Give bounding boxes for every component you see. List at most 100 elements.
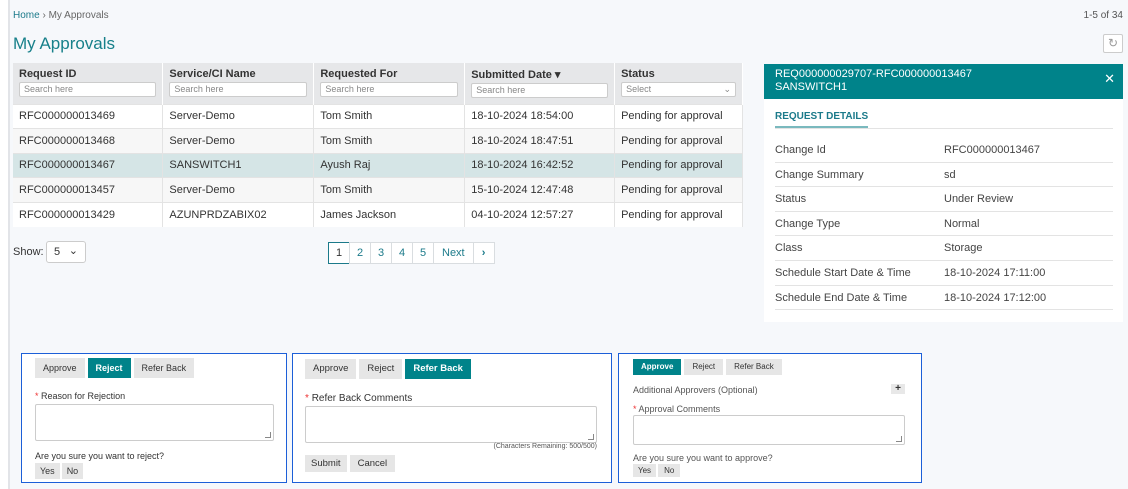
column-header[interactable]: Submitted Date ▾ Search here bbox=[464, 63, 616, 104]
tab-divider bbox=[775, 128, 1113, 129]
detail-row: Change Type Normal bbox=[775, 212, 1113, 237]
page-3-button[interactable]: 3 bbox=[370, 242, 392, 264]
column-header[interactable]: Service/CI Name Search here bbox=[162, 63, 315, 104]
column-label[interactable]: Request ID bbox=[19, 68, 76, 80]
status-filter-select[interactable]: Select ⌄ bbox=[621, 82, 736, 97]
chevron-down-icon: ⌄ bbox=[723, 84, 731, 94]
column-search-input[interactable]: Search here bbox=[471, 83, 609, 98]
close-icon[interactable]: ✕ bbox=[1104, 72, 1115, 85]
request-detail-panel: REQ000000029707-RFC000000013467 SANSWITC… bbox=[764, 64, 1123, 322]
reject-button[interactable]: Reject bbox=[87, 358, 131, 378]
detail-label: Change Summary bbox=[775, 168, 864, 181]
column-label[interactable]: Submitted Date ▾ bbox=[471, 69, 560, 81]
next-button[interactable]: Next bbox=[433, 242, 474, 264]
approvals-table: Request ID Search here Service/CI Name Sear… bbox=[13, 63, 743, 227]
approve-panel: Approve Reject Refer Back Additional App… bbox=[618, 353, 922, 483]
page-5-button[interactable]: 5 bbox=[412, 242, 434, 264]
pagination: 1 2 3 4 5 Next › bbox=[328, 242, 495, 264]
breadcrumb-current: My Approvals bbox=[48, 10, 109, 21]
table-cell: James Jackson bbox=[313, 201, 466, 227]
approve-button[interactable]: Approve bbox=[633, 359, 682, 375]
table-cell: Tom Smith bbox=[313, 128, 466, 154]
page-1-button[interactable]: 1 bbox=[328, 242, 350, 264]
approve-yes-button[interactable]: Yes bbox=[633, 464, 657, 477]
approval-comments-label: Approval Comments bbox=[638, 404, 721, 414]
table-row[interactable]: RFC000000013468 Server-Demo Tom Smith 18-10… bbox=[13, 128, 743, 154]
cancel-button[interactable]: Cancel bbox=[349, 455, 396, 472]
characters-remaining: (Characters Remaining: 500/500) bbox=[493, 443, 598, 450]
approval-comments-textarea[interactable] bbox=[633, 415, 905, 445]
table-row[interactable]: RFC000000013457 Server-Demo Tom Smith 15-10… bbox=[13, 177, 743, 203]
detail-subtitle: SANSWITCH1 bbox=[775, 81, 848, 93]
required-marker: * bbox=[305, 393, 309, 404]
approve-no-button[interactable]: No bbox=[658, 464, 681, 477]
column-label[interactable]: Status bbox=[621, 68, 655, 80]
table-cell: SANSWITCH1 bbox=[162, 152, 315, 178]
required-marker: * bbox=[633, 404, 637, 414]
status-filter-value: Select bbox=[626, 84, 652, 94]
detail-label: Schedule Start Date & Time bbox=[775, 267, 911, 279]
table-cell: RFC000000013457 bbox=[13, 177, 164, 203]
table-row[interactable]: RFC000000013429 AZUNPRDZABIX02 James Jacks… bbox=[13, 201, 743, 227]
refer-back-textarea[interactable] bbox=[305, 406, 597, 443]
approve-confirm-text: Are you sure you want to approve? bbox=[633, 453, 773, 463]
column-header[interactable]: Request ID Search here bbox=[13, 63, 164, 104]
detail-value: Storage bbox=[944, 242, 983, 255]
table-cell: Server-Demo bbox=[162, 177, 315, 203]
column-label[interactable]: Requested For bbox=[320, 68, 397, 80]
column-header[interactable]: Status Select ⌄ bbox=[614, 63, 743, 104]
table-cell: Tom Smith bbox=[313, 177, 466, 203]
show-label: Show: bbox=[13, 246, 44, 258]
refer-back-button[interactable]: Refer Back bbox=[726, 359, 782, 375]
submit-button[interactable]: Submit bbox=[305, 455, 347, 472]
table-cell: RFC000000013468 bbox=[13, 128, 164, 154]
detail-value: sd bbox=[944, 168, 956, 181]
detail-value: Under Review bbox=[944, 193, 1014, 206]
breadcrumb-home[interactable]: Home bbox=[13, 10, 40, 21]
column-header[interactable]: Requested For Search here bbox=[313, 63, 466, 104]
detail-label: Class bbox=[775, 242, 803, 255]
rejection-reason-textarea[interactable] bbox=[35, 404, 274, 441]
page-2-button[interactable]: 2 bbox=[349, 242, 371, 264]
table-cell: Pending for approval bbox=[614, 128, 743, 154]
detail-row: Class Storage bbox=[775, 236, 1113, 261]
add-approver-icon[interactable]: + bbox=[891, 384, 905, 394]
approve-button[interactable]: Approve bbox=[305, 359, 357, 379]
detail-value: 18-10-2024 17:12:00 bbox=[944, 291, 1047, 304]
approve-button[interactable]: Approve bbox=[35, 358, 85, 378]
table-cell: 04-10-2024 12:57:27 bbox=[464, 201, 616, 227]
table-row[interactable]: RFC000000013469 Server-Demo Tom Smith 18-10… bbox=[13, 103, 743, 129]
detail-row: Status Under Review bbox=[775, 187, 1113, 212]
detail-row: Schedule End Date & Time 18-10-2024 17:12… bbox=[775, 286, 1113, 311]
detail-value: 18-10-2024 17:11:00 bbox=[944, 267, 1046, 279]
table-cell: 18-10-2024 16:42:52 bbox=[464, 152, 616, 178]
reject-yes-button[interactable]: Yes bbox=[35, 463, 60, 479]
column-label[interactable]: Service/CI Name bbox=[169, 68, 255, 80]
detail-row: Change Summary sd bbox=[775, 163, 1113, 188]
tab-request-details[interactable]: REQUEST DETAILS bbox=[775, 111, 869, 128]
detail-row: Schedule Start Date & Time 18-10-2024 17:… bbox=[775, 261, 1113, 286]
column-search-input[interactable]: Search here bbox=[19, 82, 157, 97]
table-cell: 18-10-2024 18:47:51 bbox=[464, 128, 616, 154]
reject-no-button[interactable]: No bbox=[61, 463, 84, 479]
column-search-input[interactable]: Search here bbox=[169, 82, 308, 97]
table-cell: AZUNPRDZABIX02 bbox=[162, 201, 315, 227]
table-cell: RFC000000013469 bbox=[13, 103, 164, 129]
page-4-button[interactable]: 4 bbox=[391, 242, 413, 264]
detail-label: Schedule End Date & Time bbox=[775, 291, 908, 304]
table-cell: Server-Demo bbox=[162, 103, 315, 129]
table-cell: Pending for approval bbox=[614, 201, 743, 227]
reject-panel: Approve Reject Refer Back * Reason for R… bbox=[21, 353, 287, 483]
refer-back-label: Refer Back Comments bbox=[311, 393, 413, 404]
reject-button[interactable]: Reject bbox=[359, 359, 403, 379]
detail-label: Change Type bbox=[775, 217, 841, 230]
table-row[interactable]: RFC000000013467 SANSWITCH1 Ayush Raj 18-10-… bbox=[13, 152, 743, 178]
refer-back-button[interactable]: Refer Back bbox=[133, 358, 195, 378]
refresh-icon[interactable]: ↻ bbox=[1103, 34, 1123, 53]
table-cell: RFC000000013429 bbox=[13, 201, 164, 227]
refer-back-button[interactable]: Refer Back bbox=[405, 359, 471, 379]
page-size-select[interactable]: 5 ⌄ bbox=[46, 241, 86, 263]
reject-button[interactable]: Reject bbox=[684, 359, 724, 375]
next-icon[interactable]: › bbox=[472, 242, 495, 264]
column-search-input[interactable]: Search here bbox=[320, 82, 459, 97]
